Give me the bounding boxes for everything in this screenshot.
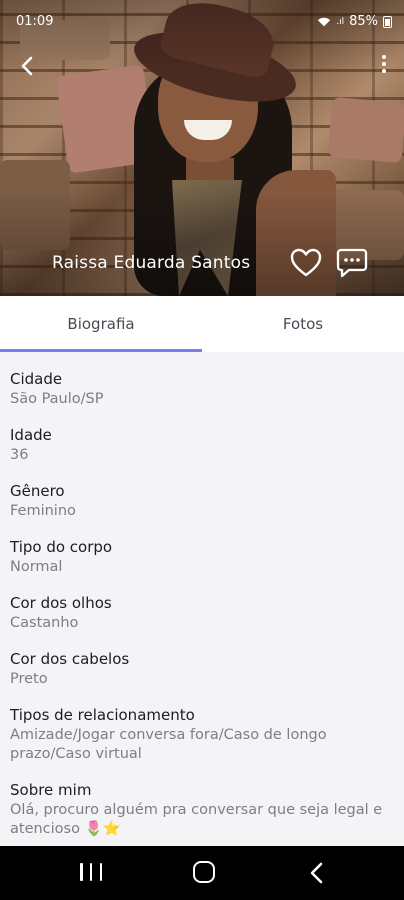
chat-icon	[336, 248, 368, 278]
detail-label: Tipo do corpo	[10, 538, 113, 556]
system-nav-bar	[0, 846, 404, 900]
more-options-button[interactable]	[374, 52, 394, 80]
status-bar: 01:09 .ıl 85%	[0, 0, 404, 44]
detail-label: Cidade	[10, 370, 63, 388]
detail-value: Preto	[10, 671, 48, 687]
detail-label: Tipos de relacionamento	[10, 706, 195, 724]
detail-tipo-corpo: Tipo do corpo Normal	[10, 538, 394, 577]
tab-biografia[interactable]: Biografia	[0, 296, 202, 352]
detail-value: Olá, procuro alguém pra conversar que se…	[10, 802, 383, 837]
detail-value: 36	[10, 447, 29, 463]
detail-value: Castanho	[10, 615, 79, 631]
system-back-button[interactable]	[307, 861, 327, 885]
back-arrow-icon	[21, 56, 33, 76]
detail-label: Cor dos cabelos	[10, 650, 130, 668]
detail-sobre-mim: Sobre mim Olá, procuro alguém pra conver…	[10, 781, 394, 839]
detail-label: Idade	[10, 426, 52, 444]
profile-tabs: Biografia Fotos	[0, 296, 404, 352]
heart-icon	[290, 248, 322, 277]
detail-value: São Paulo/SP	[10, 391, 104, 407]
detail-label: Gênero	[10, 482, 65, 500]
more-vert-icon	[374, 55, 394, 73]
recent-apps-button[interactable]	[80, 863, 102, 883]
detail-label: Cor dos olhos	[10, 594, 112, 612]
detail-tipos-relacionamento: Tipos de relacionamento Amizade/Jogar co…	[10, 706, 394, 764]
detail-cor-olhos: Cor dos olhos Castanho	[10, 594, 394, 633]
detail-value: Normal	[10, 559, 63, 575]
status-time: 01:09	[16, 14, 54, 29]
detail-genero: Gênero Feminino	[10, 482, 394, 521]
home-button[interactable]	[193, 861, 215, 883]
nav-back-icon	[310, 862, 323, 884]
wifi-icon	[318, 17, 331, 26]
message-button[interactable]	[336, 247, 368, 279]
detail-value: Amizade/Jogar conversa fora/Caso de long…	[10, 727, 327, 762]
tab-fotos[interactable]: Fotos	[202, 296, 404, 352]
battery-percent: 85%	[349, 14, 378, 29]
detail-cidade: Cidade São Paulo/SP	[10, 370, 394, 409]
like-button[interactable]	[290, 248, 322, 278]
detail-idade: Idade 36	[10, 426, 394, 465]
back-button[interactable]	[14, 52, 42, 80]
battery-icon	[383, 15, 392, 28]
detail-label: Sobre mim	[10, 781, 92, 799]
detail-value: Feminino	[10, 503, 76, 519]
detail-cor-cabelos: Cor dos cabelos Preto	[10, 650, 394, 689]
biography-details: Cidade São Paulo/SP Idade 36 Gênero Femi…	[0, 352, 404, 846]
profile-name: Raissa Eduarda Santos	[52, 253, 251, 273]
